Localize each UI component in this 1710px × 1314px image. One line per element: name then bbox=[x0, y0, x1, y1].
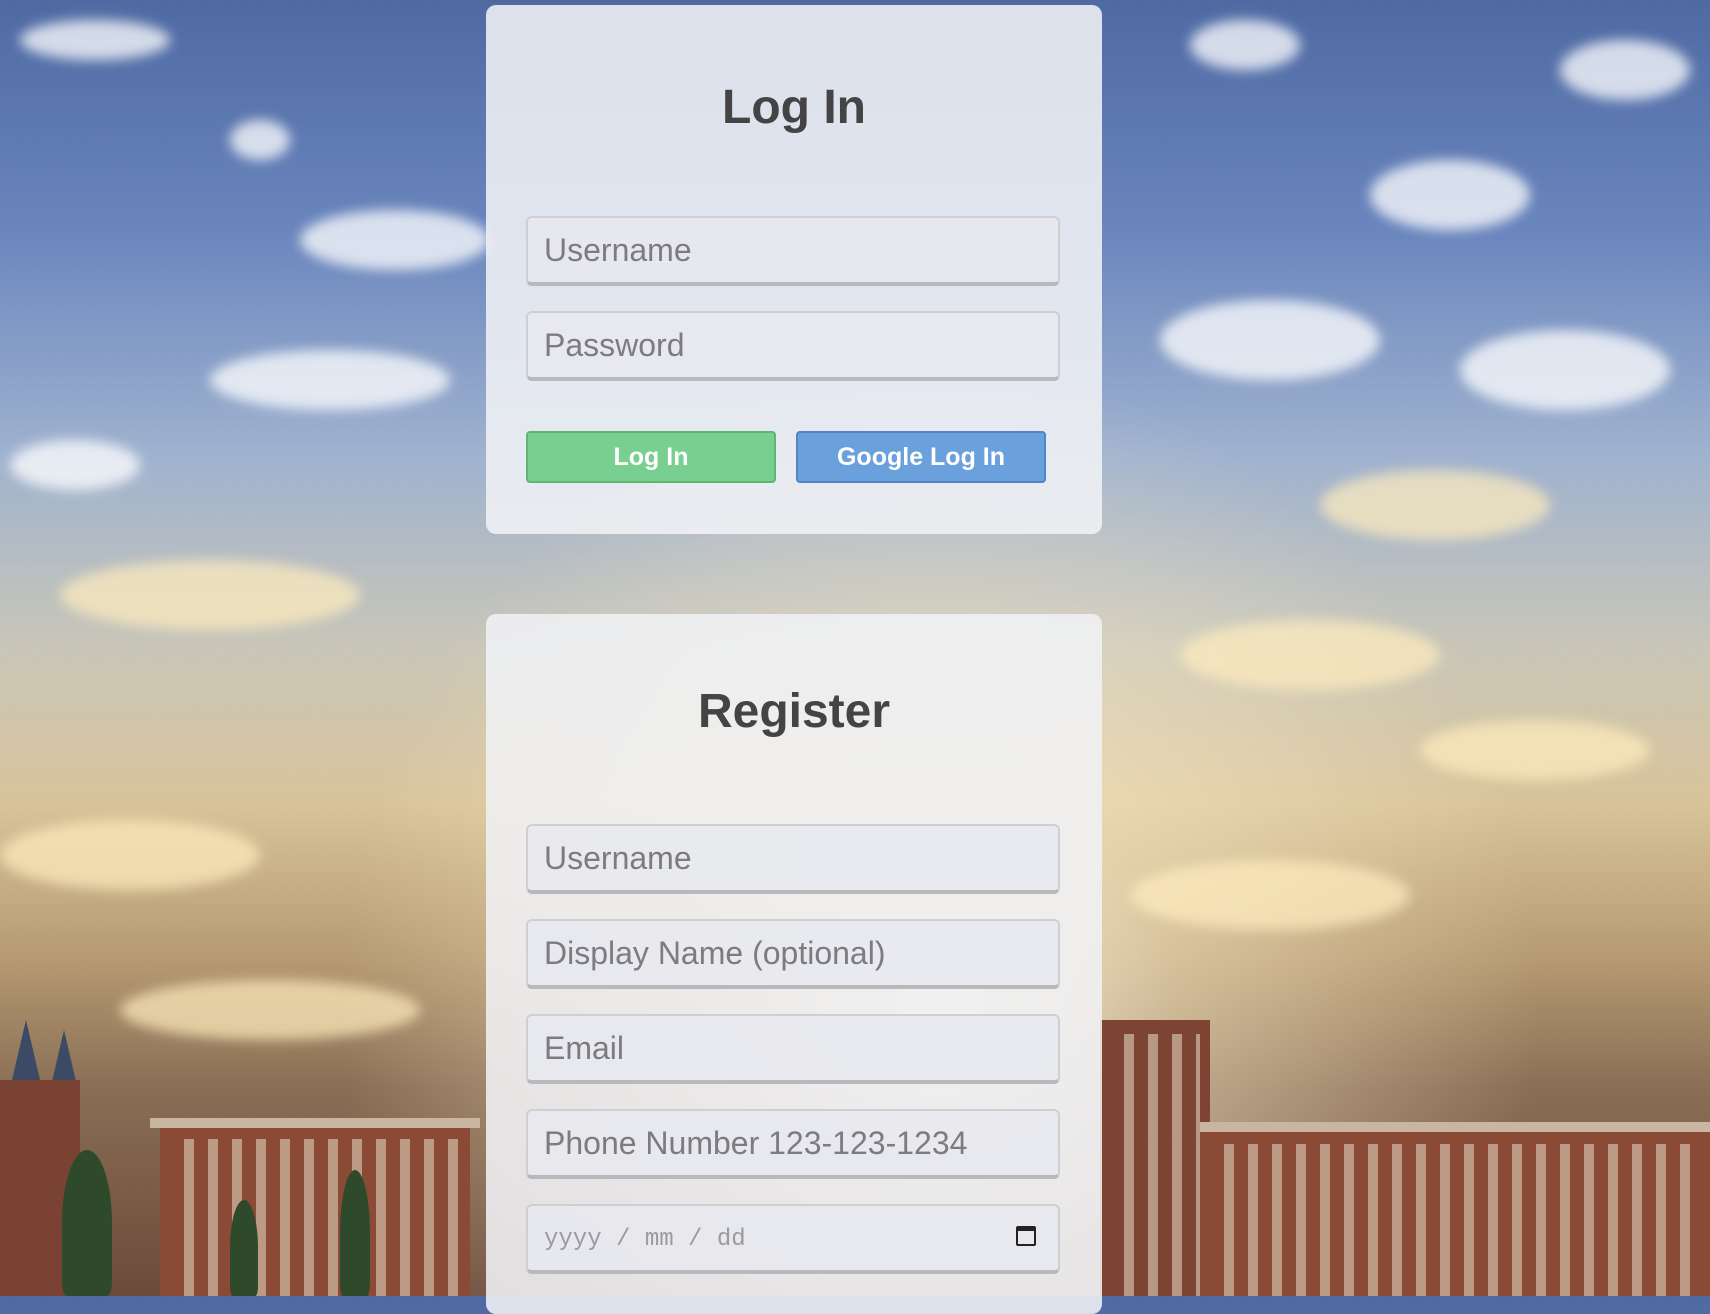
login-card: Log In Log In Google Log In bbox=[486, 5, 1102, 534]
email-input[interactable] bbox=[526, 1014, 1060, 1084]
display-name-input[interactable] bbox=[526, 919, 1060, 989]
login-title: Log In bbox=[722, 81, 866, 134]
calendar-icon[interactable] bbox=[1016, 1226, 1036, 1246]
register-username-input[interactable] bbox=[526, 824, 1060, 894]
register-card: Register yyyy / mm / dd bbox=[486, 614, 1102, 1314]
google-login-button[interactable]: Google Log In bbox=[796, 431, 1046, 483]
login-username-input[interactable] bbox=[526, 216, 1060, 286]
login-password-input[interactable] bbox=[526, 311, 1060, 381]
birthdate-input[interactable]: yyyy / mm / dd bbox=[526, 1204, 1060, 1274]
login-button[interactable]: Log In bbox=[526, 431, 776, 483]
phone-input[interactable] bbox=[526, 1109, 1060, 1179]
register-title: Register bbox=[697, 685, 891, 738]
date-placeholder: yyyy / mm / dd bbox=[544, 1226, 746, 1253]
